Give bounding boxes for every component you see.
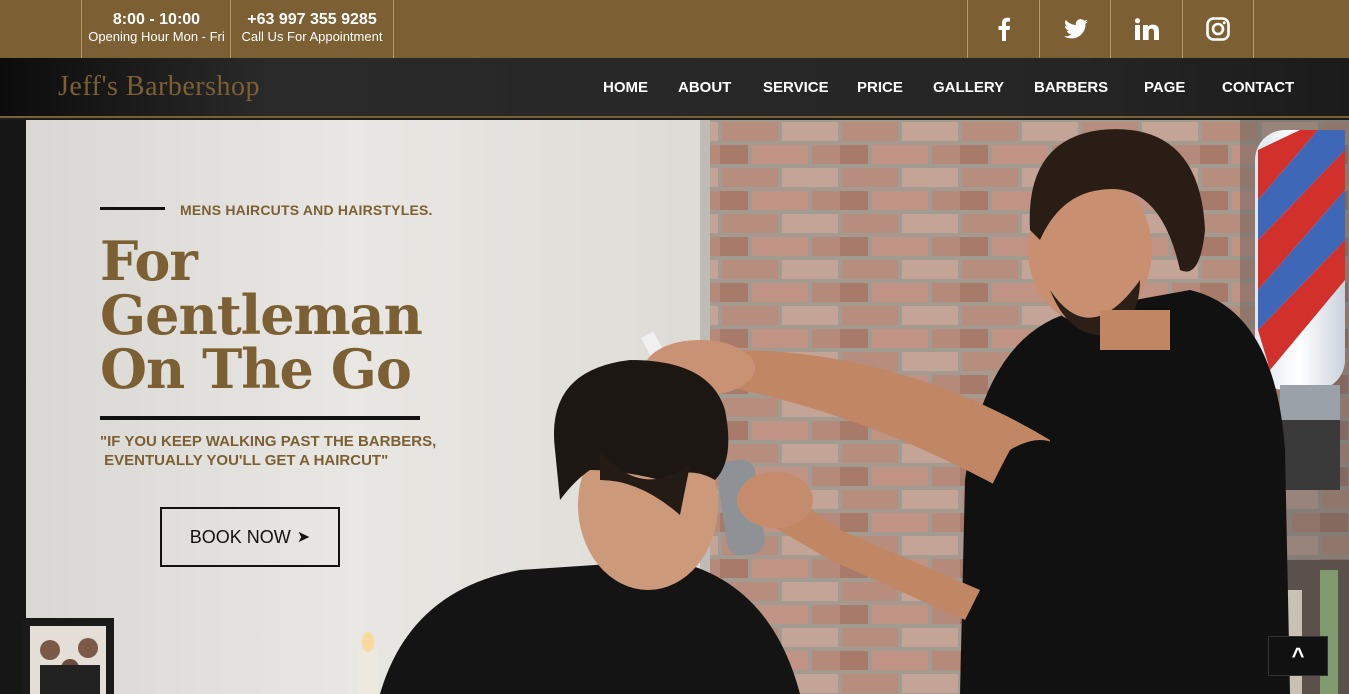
opening-hours-label: Opening Hour Mon - Fri [88,29,225,44]
nav-contact[interactable]: CONTACT [1222,79,1294,96]
hero-quote: "IF YOU KEEP WALKING PAST THE BARBERS, E… [100,433,437,469]
nav-price[interactable]: PRICE [857,79,903,96]
main-navbar: Jeff's Barbershop HOME ABOUT SERVICE PRI… [0,58,1349,118]
twitter-icon [1063,19,1088,39]
facebook-link[interactable] [967,0,1039,58]
instagram-link[interactable] [1182,0,1254,58]
phone-contact[interactable]: +63 997 355 9285 Call Us For Appointment [230,0,394,58]
nav-gallery[interactable]: GALLERY [933,79,1004,96]
headline-divider [100,416,420,420]
nav-page[interactable]: PAGE [1144,79,1185,96]
kicker-divider [100,207,165,210]
hero-headline-line-3: On The Go [100,337,412,401]
top-info-bar: 8:00 - 10:00 Opening Hour Mon - Fri +63 … [0,0,1349,58]
linkedin-icon [1134,18,1159,40]
hero-section: MENS HAIRCUTS AND HAIRSTYLES. For Gentle… [0,120,1349,694]
phone-label: Call Us For Appointment [241,29,383,44]
linkedin-link[interactable] [1110,0,1182,58]
book-now-label: BOOK NOW [189,526,291,547]
back-to-top-button[interactable]: ^ [1268,636,1328,676]
nav-service[interactable]: SERVICE [763,79,829,96]
caret-up-icon: ^ [1291,643,1305,668]
nav-about[interactable]: ABOUT [678,79,731,96]
nav-home[interactable]: HOME [603,79,648,96]
opening-hours-time: 8:00 - 10:00 [112,11,201,28]
hero-kicker: MENS HAIRCUTS AND HAIRSTYLES. [180,202,433,218]
opening-hours: 8:00 - 10:00 Opening Hour Mon - Fri [81,0,231,58]
hero-headline-line-1: For [100,229,198,293]
hero-headline: For Gentleman On The Go [100,234,460,396]
twitter-link[interactable] [1039,0,1111,58]
site-logo[interactable]: Jeff's Barbershop [58,71,260,103]
facebook-icon [998,17,1010,41]
hero-headline-line-2: Gentleman [100,283,423,347]
instagram-icon [1206,17,1230,41]
book-now-button[interactable]: BOOK NOW ➤ [160,507,340,567]
nav-barbers[interactable]: BARBERS [1034,79,1108,96]
phone-number[interactable]: +63 997 355 9285 [231,11,393,29]
arrow-right-icon: ➤ [296,529,311,546]
